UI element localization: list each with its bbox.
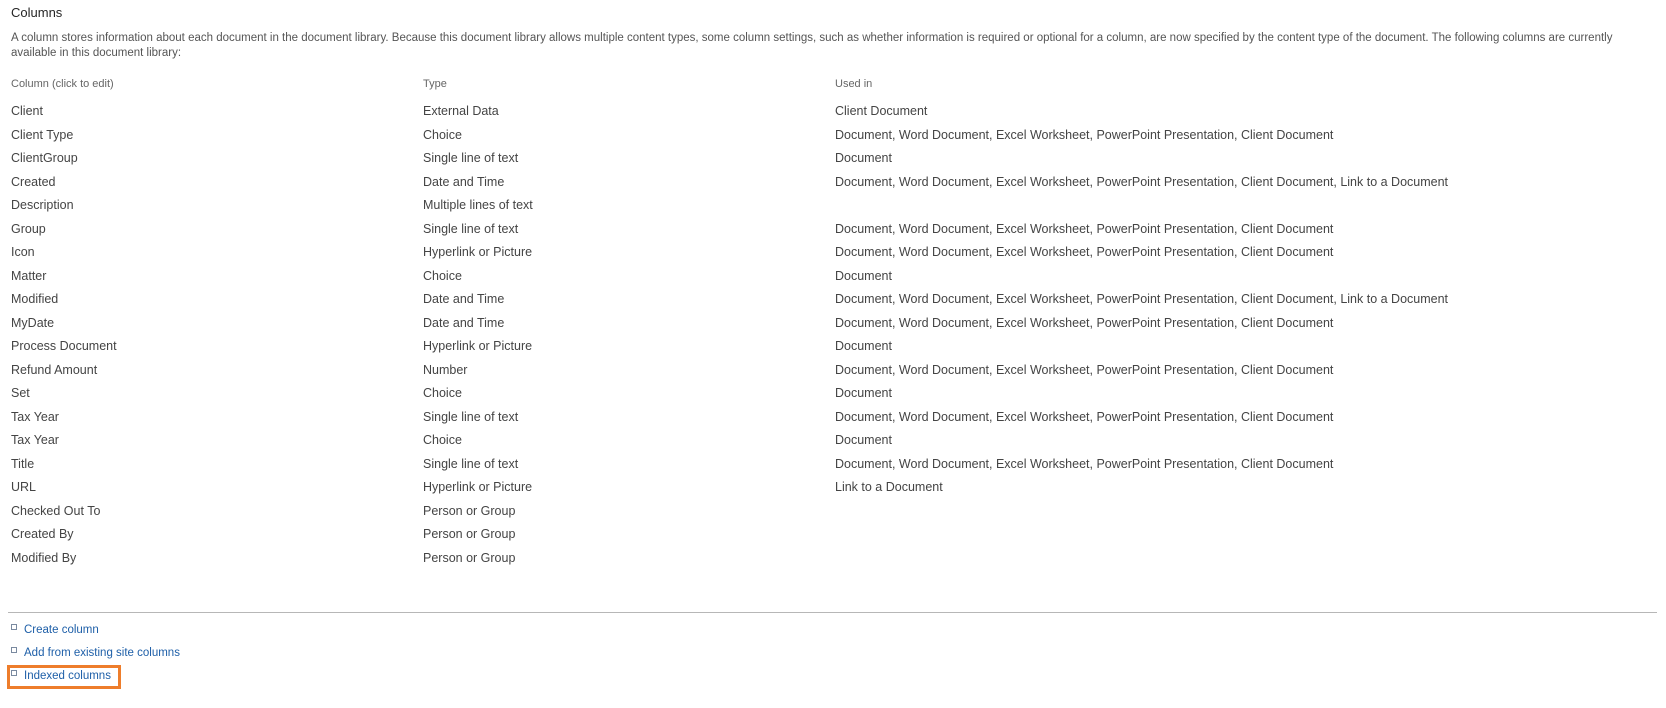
section-title: Columns [11, 5, 63, 20]
column-used-in: Document, Word Document, Excel Worksheet… [835, 315, 1334, 330]
column-name-link[interactable]: ClientGroup [11, 147, 423, 171]
table-row: Checked Out To Person or Group [11, 500, 1611, 524]
column-type: Hyperlink or Picture [423, 245, 533, 259]
table-row: Modified By Person or Group [11, 547, 1611, 571]
header-used-in: Used in [835, 78, 873, 90]
column-name-link[interactable]: Group [11, 218, 423, 242]
column-used-in [835, 547, 1611, 571]
column-name-link[interactable]: Modified By [11, 547, 423, 571]
column-name-link[interactable]: Client Type [11, 124, 423, 148]
column-name-link[interactable]: Set [11, 382, 423, 406]
column-name-link[interactable]: Process Document [11, 335, 423, 359]
column-used-in: Document [835, 339, 892, 353]
column-name-link[interactable]: URL [11, 476, 423, 500]
column-name-link[interactable]: MyDate [11, 312, 423, 336]
table-row: Client External Data Client Document [11, 100, 1611, 124]
highlight-box [7, 665, 121, 689]
bullet-icon [11, 624, 17, 630]
column-used-in: Document, Word Document, Excel Worksheet… [835, 409, 1334, 424]
column-type: Number [423, 362, 468, 377]
table-row: Description Multiple lines of text [11, 194, 1611, 218]
column-used-in: Document, Word Document, Excel Worksheet… [835, 362, 1334, 377]
bullet-icon [11, 647, 17, 653]
column-type: Choice [423, 433, 462, 447]
table-row: Refund Amount Number Document, Word Docu… [11, 359, 1611, 383]
column-used-in: Document, Word Document, Excel Worksheet… [835, 127, 1334, 142]
column-used-in [835, 194, 1611, 218]
column-name-link[interactable]: Tax Year [11, 429, 423, 453]
column-type: Single line of text [423, 151, 519, 165]
table-row: Tax Year Choice Document [11, 429, 1611, 453]
table-row: MyDate Date and Time Document, Word Docu… [11, 312, 1611, 336]
table-row: Matter Choice Document [11, 265, 1611, 289]
column-type: Choice [423, 268, 462, 283]
column-used-in: Document, Word Document, Excel Worksheet… [835, 174, 1449, 189]
table-row: URL Hyperlink or Picture Link to a Docum… [11, 476, 1611, 500]
table-row: ClientGroup Single line of text Document [11, 147, 1611, 171]
table-row: Title Single line of text Document, Word… [11, 453, 1611, 477]
table-row: Tax Year Single line of text Document, W… [11, 406, 1611, 430]
column-name-link[interactable]: Icon [11, 241, 423, 265]
column-used-in: Document [835, 433, 892, 447]
table-row: Icon Hyperlink or Picture Document, Word… [11, 241, 1611, 265]
column-type: Hyperlink or Picture [423, 480, 533, 494]
column-used-in: Document, Word Document, Excel Worksheet… [835, 456, 1334, 471]
table-row: Created Date and Time Document, Word Doc… [11, 171, 1611, 195]
column-name-link[interactable]: Description [11, 194, 423, 218]
column-used-in: Link to a Document [835, 480, 943, 494]
column-type: Date and Time [423, 174, 505, 189]
column-type: Multiple lines of text [423, 198, 533, 212]
header-type: Type [423, 78, 447, 90]
columns-section: Columns A column stores information abou… [11, 0, 1657, 570]
column-name-link[interactable]: Modified [11, 288, 423, 312]
table-header-row: Column (click to edit) Type Used in [11, 74, 1611, 100]
column-used-in: Document, Word Document, Excel Worksheet… [835, 245, 1334, 259]
column-type: Choice [423, 386, 462, 400]
table-row: Modified Date and Time Document, Word Do… [11, 288, 1611, 312]
column-type: Single line of text [423, 456, 519, 471]
table-row: Created By Person or Group [11, 523, 1611, 547]
add-existing-site-columns-link[interactable]: Add from existing site columns [24, 645, 180, 661]
column-type: Date and Time [423, 315, 505, 330]
column-type: Hyperlink or Picture [423, 339, 533, 353]
column-name-link[interactable]: Checked Out To [11, 500, 423, 524]
column-name-link[interactable]: Matter [11, 265, 423, 289]
columns-table: Column (click to edit) Type Used in Clie… [11, 74, 1611, 570]
column-name-link[interactable]: Tax Year [11, 406, 423, 430]
column-name-link[interactable]: Refund Amount [11, 359, 423, 383]
column-type: Choice [423, 127, 462, 142]
column-used-in [835, 523, 1611, 547]
column-type: Single line of text [423, 409, 519, 424]
section-divider [8, 612, 1657, 613]
column-used-in: Document [835, 386, 892, 400]
header-column: Column (click to edit) [11, 78, 114, 90]
column-name-link[interactable]: Client [11, 100, 423, 124]
section-description: A column stores information about each d… [11, 32, 1613, 59]
column-used-in: Document [835, 268, 892, 283]
create-column-link[interactable]: Create column [24, 622, 99, 638]
column-type: Person or Group [423, 527, 516, 541]
column-type: External Data [423, 104, 499, 118]
column-used-in: Document [835, 151, 892, 165]
column-type: Date and Time [423, 292, 505, 306]
table-row: Process Document Hyperlink or Picture Do… [11, 335, 1611, 359]
column-type: Person or Group [423, 550, 516, 565]
column-type: Person or Group [423, 503, 516, 518]
column-used-in: Client Document [835, 104, 928, 118]
column-name-link[interactable]: Title [11, 453, 423, 477]
column-name-link[interactable]: Created By [11, 523, 423, 547]
column-used-in [835, 500, 1611, 524]
table-row: Client Type Choice Document, Word Docume… [11, 124, 1611, 148]
table-row: Set Choice Document [11, 382, 1611, 406]
column-used-in: Document, Word Document, Excel Worksheet… [835, 221, 1334, 236]
column-type: Single line of text [423, 221, 519, 236]
table-row: Group Single line of text Document, Word… [11, 218, 1611, 242]
column-name-link[interactable]: Created [11, 171, 423, 195]
column-used-in: Document, Word Document, Excel Worksheet… [835, 292, 1449, 306]
